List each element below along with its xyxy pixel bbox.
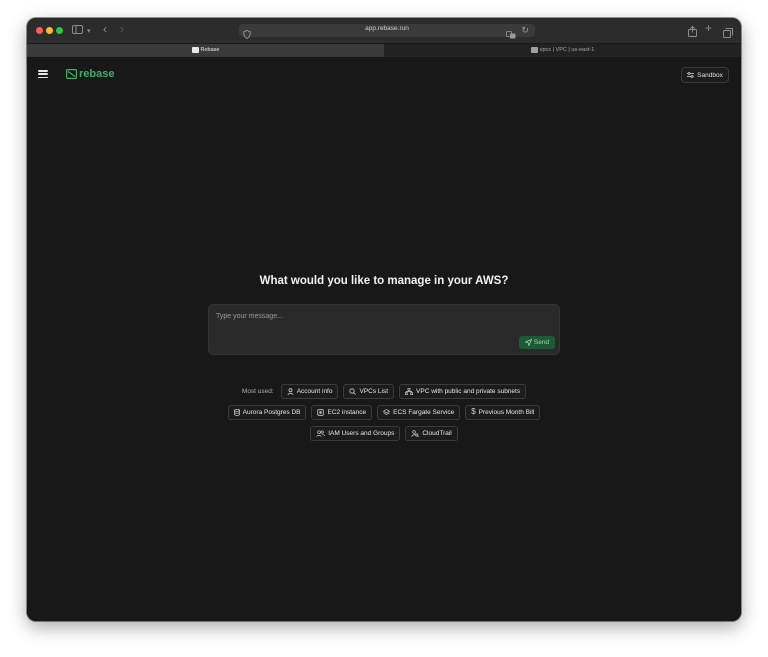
database-icon: [233, 409, 240, 416]
aws-favicon-icon: [530, 46, 538, 53]
url-text: app.rebase.run: [365, 25, 409, 32]
search-icon: [349, 388, 357, 395]
sandbox-button[interactable]: Sandbox: [681, 67, 729, 83]
share-icon[interactable]: [688, 24, 697, 42]
sliders-icon: [687, 72, 695, 78]
shortcut-vpcs-list[interactable]: VPCs List: [343, 384, 395, 399]
browser-titlebar: ▾ ‹ › app.rebase.run ↻ +: [27, 18, 741, 43]
tab-bar: Rebase vpcs | VPC | us-east-1: [27, 43, 741, 57]
logo-text: rebase: [79, 67, 115, 80]
chip-label: ECS Fargate Service: [393, 409, 455, 416]
maximize-window-button[interactable]: [56, 27, 63, 34]
chip-label: EC2 instance: [327, 409, 367, 416]
user-search-icon: [411, 430, 420, 437]
shortcut-previous-month-bill[interactable]: $ Previous Month Bill: [465, 405, 541, 420]
send-label: Send: [533, 339, 550, 346]
send-button[interactable]: Send: [519, 336, 555, 349]
chip-label: VPCs List: [359, 388, 389, 395]
shortcut-ec2-instance[interactable]: EC2 instance: [311, 405, 373, 420]
tab-overview-icon[interactable]: [723, 25, 733, 43]
tab-vpcs[interactable]: vpcs | VPC | us-east-1: [384, 44, 741, 57]
chip-label: Account info: [296, 388, 333, 395]
address-bar[interactable]: app.rebase.run ↻: [239, 24, 535, 40]
menu-icon[interactable]: [38, 70, 48, 79]
shortcuts-row-2: Aurora Postgres DB EC2 instance ECS Farg…: [27, 405, 741, 420]
translate-icon[interactable]: [506, 26, 516, 44]
send-icon: [524, 339, 532, 346]
rebase-favicon-icon: [191, 46, 199, 53]
users-icon: [316, 430, 326, 437]
browser-window: ▾ ‹ › app.rebase.run ↻ + Rebase vpcs | V…: [27, 18, 741, 621]
shortcut-cloudtrail[interactable]: CloudTrail: [405, 426, 458, 441]
chip-label: IAM Users and Groups: [328, 430, 395, 437]
sidebar-toggle-icon[interactable]: [72, 25, 83, 37]
tab-rebase[interactable]: Rebase: [27, 44, 384, 57]
chip-label: Aurora Postgres DB: [242, 409, 301, 416]
chevron-down-icon[interactable]: ▾: [87, 26, 91, 37]
logo[interactable]: rebase: [66, 67, 114, 80]
chip-label: Previous Month Bill: [478, 409, 535, 416]
forward-icon[interactable]: ›: [120, 23, 124, 35]
shortcut-iam-users[interactable]: IAM Users and Groups: [310, 426, 401, 441]
rebase-logo-icon: [66, 68, 77, 79]
most-used-label: Most used:: [241, 388, 274, 395]
tab-label: Rebase: [200, 47, 220, 53]
chip-label: VPC with public and private subnets: [416, 388, 521, 395]
page-title: What would you like to manage in your AW…: [259, 275, 509, 287]
back-icon[interactable]: ‹: [103, 23, 107, 35]
sandbox-label: Sandbox: [697, 71, 723, 79]
shortcut-aurora-postgres[interactable]: Aurora Postgres DB: [227, 405, 307, 420]
new-tab-icon[interactable]: +: [705, 22, 712, 34]
tab-label: vpcs | VPC | us-east-1: [539, 47, 595, 53]
minimize-window-button[interactable]: [46, 27, 53, 34]
layers-icon: [383, 409, 391, 416]
message-input[interactable]: Type your message... Send: [208, 304, 560, 355]
shortcut-vpc-subnets[interactable]: VPC with public and private subnets: [399, 384, 527, 399]
dollar-icon: $: [471, 407, 476, 417]
chip-icon: [317, 409, 325, 416]
shortcut-ecs-fargate[interactable]: ECS Fargate Service: [377, 405, 461, 420]
close-window-button[interactable]: [36, 27, 43, 34]
reload-icon[interactable]: ↻: [521, 25, 529, 35]
shortcuts-row-1: Most used: Account info VPCs List VPC wi…: [27, 384, 741, 399]
shortcut-account-info[interactable]: Account info: [280, 384, 339, 399]
app-main: rebase Sandbox What would you like to ma…: [27, 57, 741, 621]
user-icon: [287, 388, 294, 395]
network-icon: [405, 388, 414, 395]
chip-label: CloudTrail: [422, 430, 452, 437]
shortcuts-row-3: IAM Users and Groups CloudTrail: [27, 426, 741, 441]
message-placeholder: Type your message...: [216, 313, 283, 320]
